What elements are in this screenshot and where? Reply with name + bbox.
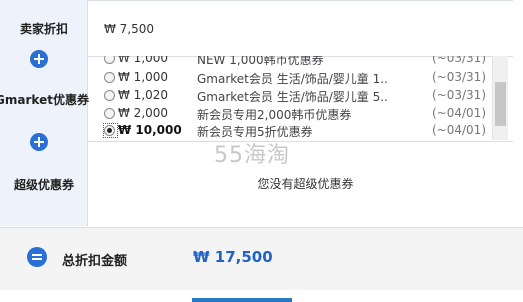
coupon-row[interactable]: ₩ 1,020 Gmarket会员 生活/饰品/婴儿童 5... (~03/31… (100, 87, 492, 105)
coupon-desc: 新会员专用2,000韩币优惠券 (197, 108, 352, 122)
coupon-date: (~04/01) (432, 106, 486, 120)
seller-discount-value: ₩ 7,500 (104, 22, 155, 36)
coupon-radio-selected[interactable] (104, 125, 115, 136)
coupon-date: (~03/31) (432, 88, 486, 102)
divider (88, 0, 513, 1)
coupon-row[interactable]: ₩ 1,000 NEW 1,000韩币优惠券 (~03/31) (100, 56, 492, 68)
coupon-amount: ₩ 10,000 (118, 123, 182, 137)
coupon-amount: ₩ 1,000 (118, 70, 169, 84)
confirm-button-edge[interactable] (192, 298, 292, 302)
coupon-list[interactable]: ₩ 1,000 NEW 1,000韩币优惠券 (~03/31) ₩ 1,000 … (100, 56, 508, 140)
coupon-date: (~03/31) (432, 56, 486, 65)
label-column: 卖家折扣 Gmarket优惠券 超级优惠券 (0, 0, 89, 226)
divider (88, 141, 513, 142)
gmarket-coupon-label: Gmarket优惠券 (0, 93, 89, 107)
coupon-row[interactable]: ₩ 2,000 新会员专用2,000韩币优惠券 (~04/01) (100, 105, 492, 123)
coupon-amount: ₩ 1,000 (118, 56, 169, 65)
coupon-desc: NEW 1,000韩币优惠券 (197, 56, 324, 67)
scrollbar-thumb[interactable] (495, 82, 506, 126)
super-coupon-label: 超级优惠券 (13, 178, 74, 192)
coupon-scrollbar[interactable] (492, 56, 508, 140)
total-discount-value: ₩ 17,500 (193, 248, 273, 266)
plus-icon (30, 50, 48, 68)
no-super-coupon-text: 您没有超级优惠券 (257, 177, 354, 191)
plus-icon (30, 133, 48, 151)
equals-icon (27, 247, 47, 267)
coupon-desc: Gmarket会员 生活/饰品/婴儿童 1... (197, 72, 387, 86)
discount-panel: 卖家折扣 Gmarket优惠券 超级优惠券 ₩ 7,500 ₩ 1,000 NE… (0, 0, 523, 302)
coupon-date: (~04/01) (432, 123, 486, 137)
coupon-amount: ₩ 1,020 (118, 88, 169, 102)
coupon-row[interactable]: ₩ 1,000 Gmarket会员 生活/饰品/婴儿童 1... (~03/31… (100, 69, 492, 87)
seller-discount-label: 卖家折扣 (19, 22, 68, 36)
coupon-row-selected[interactable]: ₩ 10,000 新会员专用5折优惠券 (~04/01) (100, 122, 492, 140)
coupon-radio[interactable] (104, 90, 115, 101)
watermark: 55海淘 (214, 143, 290, 168)
coupon-desc: Gmarket会员 生活/饰品/婴儿童 5... (197, 90, 387, 104)
total-discount-bar: 总折扣金额 ₩ 17,500 (0, 227, 523, 290)
coupon-radio[interactable] (104, 72, 115, 83)
coupon-radio[interactable] (104, 108, 115, 119)
coupon-date: (~03/31) (432, 70, 486, 84)
coupon-amount: ₩ 2,000 (118, 106, 169, 120)
coupon-radio[interactable] (104, 56, 115, 64)
total-discount-label: 总折扣金额 (62, 254, 128, 269)
